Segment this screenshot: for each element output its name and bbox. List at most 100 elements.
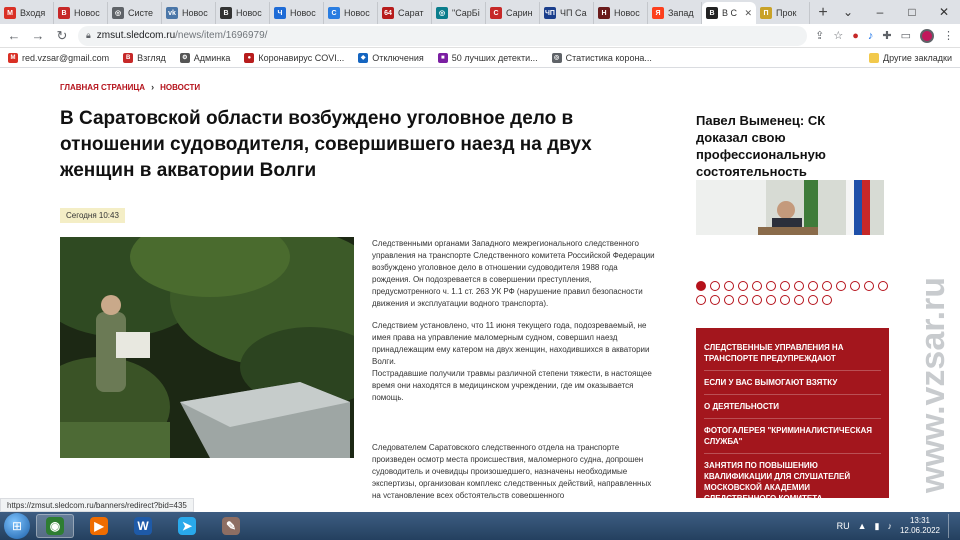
article-photo[interactable]: [60, 237, 354, 458]
tab[interactable]: С Сарин: [486, 2, 540, 24]
bookmark-item[interactable]: ■ 50 лучших детекти...: [437, 52, 538, 63]
tab-title: Новос: [182, 8, 208, 18]
address-bar[interactable]: 🔒︎ zmsut.sledcom.ru/news/item/1696979/: [78, 25, 808, 46]
carousel-dot[interactable]: [738, 281, 748, 291]
carousel-dot[interactable]: [766, 295, 776, 305]
bookmark-item[interactable]: ◎ Статистика корона...: [551, 52, 652, 63]
tab[interactable]: ЧП ЧП Са: [540, 2, 594, 24]
tab[interactable]: Я Запад: [648, 2, 702, 24]
tab[interactable]: vk Новос: [162, 2, 216, 24]
ch-icon: Ч: [274, 7, 286, 19]
tab[interactable]: Н Новос: [594, 2, 648, 24]
carousel-dot[interactable]: [752, 295, 762, 305]
carousel-dot[interactable]: [696, 281, 706, 291]
tab-title: Запад: [668, 8, 694, 18]
carousel-dot[interactable]: [724, 281, 734, 291]
taskbar-app-media[interactable]: ▶: [80, 514, 118, 538]
taskbar-app-chrome[interactable]: ◉: [36, 514, 74, 538]
carousel-dot[interactable]: [794, 295, 804, 305]
bookmark-item[interactable]: ⚙ Админка: [179, 52, 231, 63]
carousel-dot[interactable]: [766, 281, 776, 291]
carousel-dot[interactable]: [836, 281, 846, 291]
tab[interactable]: M Входя: [0, 2, 54, 24]
close-window-button[interactable]: ✕: [928, 0, 960, 24]
tab[interactable]: В Новос: [216, 2, 270, 24]
carousel-dot[interactable]: [878, 281, 888, 291]
bookmark-item[interactable]: ● Коронавирус COVI...: [244, 52, 344, 63]
carousel-dot[interactable]: [780, 281, 790, 291]
carousel-dot[interactable]: [710, 295, 720, 305]
language-indicator[interactable]: RU: [837, 521, 850, 531]
extension-badge-icon[interactable]: ●: [852, 30, 859, 42]
minimize-button[interactable]: –: [864, 0, 896, 24]
carousel-dot[interactable]: [822, 281, 832, 291]
vzglyad-icon: В: [123, 52, 134, 63]
taskbar-app-telegram[interactable]: ➤: [168, 514, 206, 538]
carousel-dot[interactable]: [780, 295, 790, 305]
network-icon[interactable]: ▮: [875, 521, 880, 532]
translate-icon[interactable]: ♪: [868, 30, 874, 42]
chevron-down-icon[interactable]: ⌄: [832, 0, 864, 24]
reload-button[interactable]: ↻: [54, 28, 70, 44]
vzglyad-icon: В: [58, 7, 70, 19]
tray-arrow-icon[interactable]: ▲: [858, 521, 867, 531]
tab[interactable]: В В С ✕: [702, 2, 756, 24]
taskbar-app-paint[interactable]: ✎: [212, 514, 250, 538]
carousel-dot[interactable]: [864, 281, 874, 291]
star-icon[interactable]: ☆: [833, 29, 843, 42]
taskbar-app-word[interactable]: W: [124, 514, 162, 538]
sidebar-icon[interactable]: ▭: [901, 29, 911, 42]
teaser-headline[interactable]: Павел Выменец: СК доказал свою профессио…: [696, 112, 856, 180]
vzglyad-icon: В: [220, 7, 232, 19]
close-tab-icon[interactable]: ✕: [744, 8, 752, 19]
show-desktop-button[interactable]: [948, 514, 956, 538]
carousel-dot[interactable]: [710, 281, 720, 291]
carousel-dot[interactable]: [822, 295, 832, 305]
globe-icon: ◎: [112, 7, 124, 19]
carousel-dot[interactable]: [808, 281, 818, 291]
teaser-image[interactable]: [696, 180, 884, 235]
clock[interactable]: 13:31 12.06.2022: [900, 516, 940, 536]
breadcrumb-home[interactable]: ГЛАВНАЯ СТРАНИЦА: [60, 83, 145, 92]
folder-icon: [869, 52, 880, 63]
carousel-dot[interactable]: [794, 281, 804, 291]
tab[interactable]: П Прок: [756, 2, 810, 24]
back-button[interactable]: ←: [6, 28, 22, 43]
other-bookmarks[interactable]: Другие закладки: [869, 52, 952, 63]
start-button[interactable]: ⊞: [4, 513, 30, 539]
share-icon[interactable]: ⇪: [815, 29, 824, 42]
clock-time: 13:31: [909, 516, 930, 525]
bookmark-label: Админка: [193, 52, 231, 63]
profile-avatar[interactable]: [920, 28, 934, 43]
carousel-dot[interactable]: [738, 295, 748, 305]
forward-button[interactable]: →: [30, 28, 46, 43]
system-tray: RU ▲ ▮ ♪ 13:31 12.06.2022: [837, 514, 956, 538]
sidebar-link[interactable]: ФОТОГАЛЕРЕЯ "КРИМИНАЛИСТИЧЕСКАЯ СЛУЖБА": [704, 419, 881, 454]
sidebar-link[interactable]: О ДЕЯТЕЛЬНОСТИ: [704, 395, 881, 419]
carousel-dot[interactable]: [724, 295, 734, 305]
tab-title: Прок: [776, 8, 797, 18]
tab[interactable]: ◎ Систе: [108, 2, 162, 24]
carousel-dot[interactable]: [696, 295, 706, 305]
new-tab-button[interactable]: +: [814, 2, 832, 24]
sidebar-link[interactable]: СЛЕДСТВЕННЫЕ УПРАВЛЕНИЯ НА ТРАНСПОРТЕ ПР…: [704, 336, 881, 371]
sidebar-link[interactable]: ЕСЛИ У ВАС ВЫМОГАЮТ ВЗЯТКУ: [704, 371, 881, 395]
carousel-dot[interactable]: [752, 281, 762, 291]
tab[interactable]: С Новос: [324, 2, 378, 24]
menu-icon[interactable]: ⋮: [943, 29, 954, 42]
bookmark-item[interactable]: В Взгляд: [123, 52, 166, 63]
tab[interactable]: 64 Сарат: [378, 2, 432, 24]
breadcrumb-news[interactable]: НОВОСТИ: [160, 83, 200, 92]
carousel-dot[interactable]: [850, 281, 860, 291]
volume-icon[interactable]: ♪: [887, 521, 892, 531]
carousel-dot[interactable]: [808, 295, 818, 305]
maximize-button[interactable]: □: [896, 0, 928, 24]
tab[interactable]: В Новос: [54, 2, 108, 24]
sidebar-link[interactable]: ЗАНЯТИЯ ПО ПОВЫШЕНИЮ КВАЛИФИКАЦИИ ДЛЯ СЛ…: [704, 454, 881, 498]
tab[interactable]: ◎ "СарБі: [432, 2, 486, 24]
article-body: Следственными органами Западного межреги…: [372, 238, 658, 414]
puzzle-icon[interactable]: ✚: [882, 29, 891, 42]
bookmark-item[interactable]: Mred.vzsar@gmail.com: [8, 52, 109, 63]
bookmark-item[interactable]: ◆ Отключения: [358, 52, 424, 63]
tab[interactable]: Ч Новос: [270, 2, 324, 24]
